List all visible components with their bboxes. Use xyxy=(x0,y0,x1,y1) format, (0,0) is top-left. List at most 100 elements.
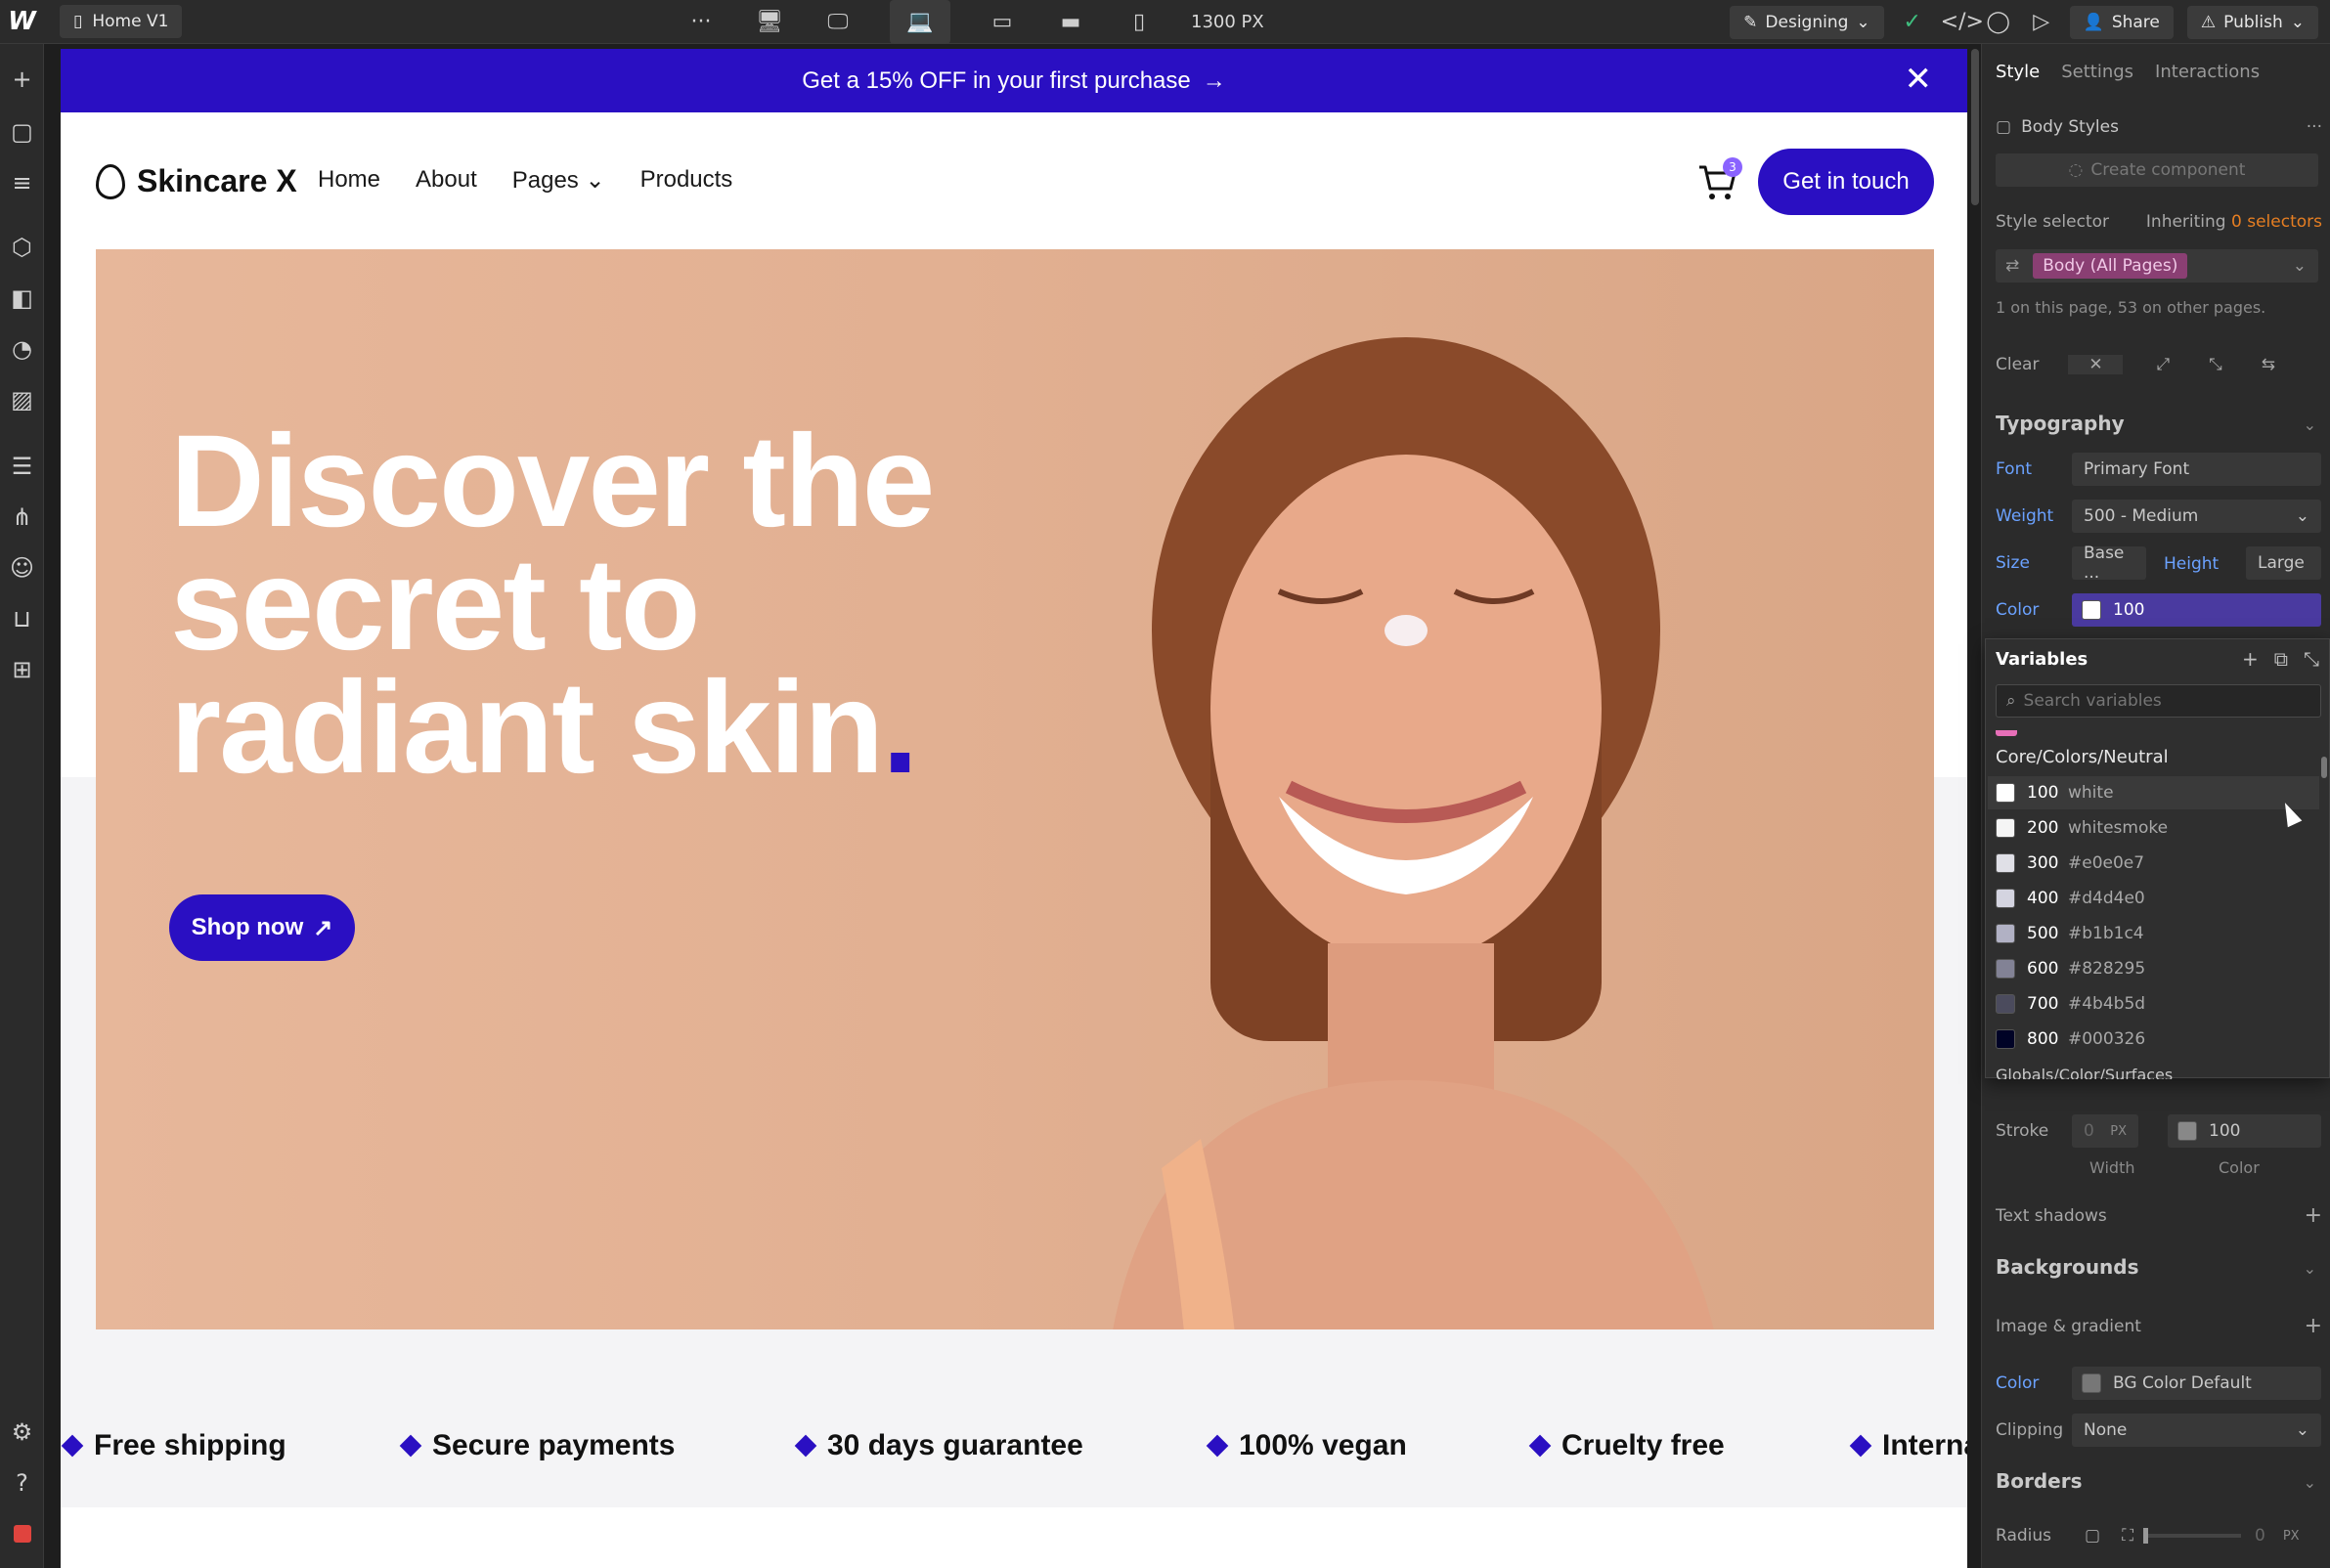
variable-item[interactable]: 800 #000326 xyxy=(1988,1023,2319,1056)
variable-item[interactable]: 100 white xyxy=(1988,776,2319,809)
clear-option-icon[interactable]: ⤢ xyxy=(2156,355,2170,374)
add-icon[interactable]: + xyxy=(2242,647,2259,671)
variables-title: Variables xyxy=(1996,649,2088,670)
clipping-select[interactable]: None ⌄ xyxy=(2072,1414,2321,1447)
cms-icon[interactable]: ☰ xyxy=(0,447,44,486)
radius-all-icon[interactable]: ▢ xyxy=(2085,1526,2100,1546)
chevron-down-icon[interactable]: ⌄ xyxy=(2304,1259,2316,1278)
stroke-width-input[interactable]: 0 PX xyxy=(2072,1114,2138,1148)
add-icon[interactable]: + xyxy=(0,60,44,99)
variable-item[interactable]: 300 #e0e0e7 xyxy=(1988,847,2319,880)
hero-heading[interactable]: Discover the secret to radiant skin. xyxy=(170,416,935,794)
logic-icon[interactable]: ⋔ xyxy=(0,498,44,537)
styles-icon[interactable]: ◧ xyxy=(0,279,44,318)
inheriting-count[interactable]: 0 selectors xyxy=(2231,212,2322,232)
add-icon[interactable]: + xyxy=(2305,1314,2322,1338)
mobile-portrait-icon[interactable]: ▯ xyxy=(1122,6,1156,39)
close-icon[interactable]: ✕ xyxy=(1905,63,1933,96)
add-icon[interactable]: + xyxy=(2305,1203,2322,1228)
radius-individual-icon[interactable]: ⛶ xyxy=(2122,1526,2133,1546)
nav-link-about[interactable]: About xyxy=(416,166,477,195)
promo-banner[interactable]: Get a 15% OFF in your first purchase → ✕ xyxy=(61,49,1967,112)
bg-color-field[interactable]: BG Color Default xyxy=(2072,1367,2321,1400)
radius-unit: PX xyxy=(2282,1528,2300,1544)
design-canvas[interactable]: Get a 15% OFF in your first purchase → ✕… xyxy=(61,49,1967,1568)
canvas-width-readout[interactable]: 1300 PX xyxy=(1191,12,1264,32)
tab-interactions[interactable]: Interactions xyxy=(2155,62,2260,82)
variables-scrollbar[interactable] xyxy=(2321,757,2327,778)
cart-button[interactable]: 3 xyxy=(1695,157,1742,202)
tablet-icon[interactable]: ▭ xyxy=(986,6,1019,39)
size-input[interactable]: Base ... xyxy=(2072,544,2146,583)
clear-option-icon[interactable]: ⇆ xyxy=(2262,355,2275,374)
desktop-base-icon[interactable]: 💻 xyxy=(890,0,950,44)
more-icon[interactable]: ··· xyxy=(684,6,718,39)
variables-search[interactable]: ⌕ xyxy=(1996,684,2321,718)
code-icon[interactable]: </> xyxy=(1941,10,1984,34)
variable-item[interactable]: 500 #b1b1c4 xyxy=(1988,917,2319,950)
share-button[interactable]: 👤 Share xyxy=(2069,5,2174,39)
page-selector[interactable]: ▯ Home V1 xyxy=(60,5,183,38)
pages-icon[interactable]: ▢ xyxy=(0,112,44,152)
weight-select[interactable]: 500 - Medium ⌄ xyxy=(2072,500,2321,533)
tab-settings[interactable]: Settings xyxy=(2061,62,2133,82)
nav-link-home[interactable]: Home xyxy=(318,166,380,195)
webflow-logo-icon[interactable]: W xyxy=(0,0,44,44)
assets-icon[interactable]: ▨ xyxy=(0,380,44,419)
radius-value[interactable]: 0 xyxy=(2255,1526,2265,1546)
variable-item[interactable]: 400 #d4d4e0 xyxy=(1988,882,2319,915)
more-icon[interactable]: ··· xyxy=(2307,117,2322,137)
color-swatch xyxy=(1996,959,2015,979)
record-icon[interactable] xyxy=(0,1514,44,1553)
typography-heading[interactable]: Typography xyxy=(1996,412,2125,435)
chevron-down-icon[interactable]: ⌄ xyxy=(2304,1473,2316,1492)
tab-style[interactable]: Style xyxy=(1996,62,2040,82)
create-component-button[interactable]: ◌ Create component xyxy=(1996,153,2318,187)
mobile-landscape-icon[interactable]: ▬ xyxy=(1054,6,1087,39)
search-variables-input[interactable] xyxy=(2023,691,2278,711)
borders-heading[interactable]: Borders xyxy=(1996,1469,2083,1493)
canvas-scrollbar[interactable] xyxy=(1971,49,1979,205)
variable-item[interactable]: 700 #4b4b5d xyxy=(1988,987,2319,1021)
line-height-input[interactable]: Large xyxy=(2246,546,2321,580)
open-panel-icon[interactable]: ⧉ xyxy=(2274,647,2288,671)
selector-field[interactable]: ⇄ Body (All Pages) ⌄ xyxy=(1996,249,2318,283)
font-select[interactable]: Primary Font xyxy=(2072,453,2321,486)
chevron-down-icon[interactable]: ⌄ xyxy=(2304,415,2316,434)
ecommerce-icon[interactable]: ⊔ xyxy=(0,599,44,638)
settings-icon[interactable]: ⚙ xyxy=(0,1413,44,1452)
radius-slider[interactable] xyxy=(2142,1528,2241,1544)
nav-link-pages[interactable]: Pages ⌄ xyxy=(512,166,605,195)
shop-now-button[interactable]: Shop now ↗ xyxy=(169,894,355,961)
variable-item[interactable]: 600 #828295 xyxy=(1988,952,2319,985)
chevron-down-icon[interactable]: ⌄ xyxy=(2293,256,2307,276)
play-icon[interactable]: ▷ xyxy=(2027,10,2056,34)
clear-option-icon[interactable]: ⤡ xyxy=(2209,355,2222,374)
nav-link-products[interactable]: Products xyxy=(640,166,733,195)
brand-logo[interactable]: Skincare X xyxy=(96,163,297,199)
backgrounds-heading[interactable]: Backgrounds xyxy=(1996,1255,2139,1279)
stroke-color-field[interactable]: 100 xyxy=(2168,1114,2321,1148)
check-circle-icon[interactable]: ✓ xyxy=(1898,10,1927,34)
publish-button[interactable]: ⚠ Publish ⌄ xyxy=(2186,5,2318,39)
detach-icon[interactable]: ⤡ xyxy=(2304,647,2319,671)
comment-icon[interactable]: ◯ xyxy=(1984,10,2013,34)
color-field[interactable]: 100 xyxy=(2072,593,2321,627)
navigator-icon[interactable]: ≡ xyxy=(0,163,44,202)
desktop-large-icon[interactable]: 🖵 xyxy=(821,6,855,39)
variables-icon[interactable]: ◔ xyxy=(0,329,44,369)
hero-section[interactable]: Discover the secret to radiant skin. Sho… xyxy=(96,249,1934,1329)
components-icon[interactable]: ⬡ xyxy=(0,228,44,267)
apps-icon[interactable]: ⊞ xyxy=(0,650,44,689)
desktop-xl-icon[interactable]: 🖥 xyxy=(753,6,786,39)
variable-item[interactable]: 200 whitesmoke xyxy=(1988,811,2319,845)
body-styles-row[interactable]: ▢ Body Styles ··· xyxy=(1996,117,2322,137)
feature-item: Free shipping xyxy=(61,1429,286,1462)
help-icon[interactable]: ? xyxy=(0,1463,44,1503)
get-in-touch-button[interactable]: Get in touch xyxy=(1758,149,1934,215)
clear-x-icon[interactable]: ✕ xyxy=(2068,355,2124,374)
selector-icon: ⇄ xyxy=(2005,256,2020,276)
users-icon[interactable]: ☺ xyxy=(0,548,44,588)
selector-chip[interactable]: Body (All Pages) xyxy=(2033,253,2188,279)
mode-dropdown[interactable]: ✎ Designing ⌄ xyxy=(1730,5,1884,39)
